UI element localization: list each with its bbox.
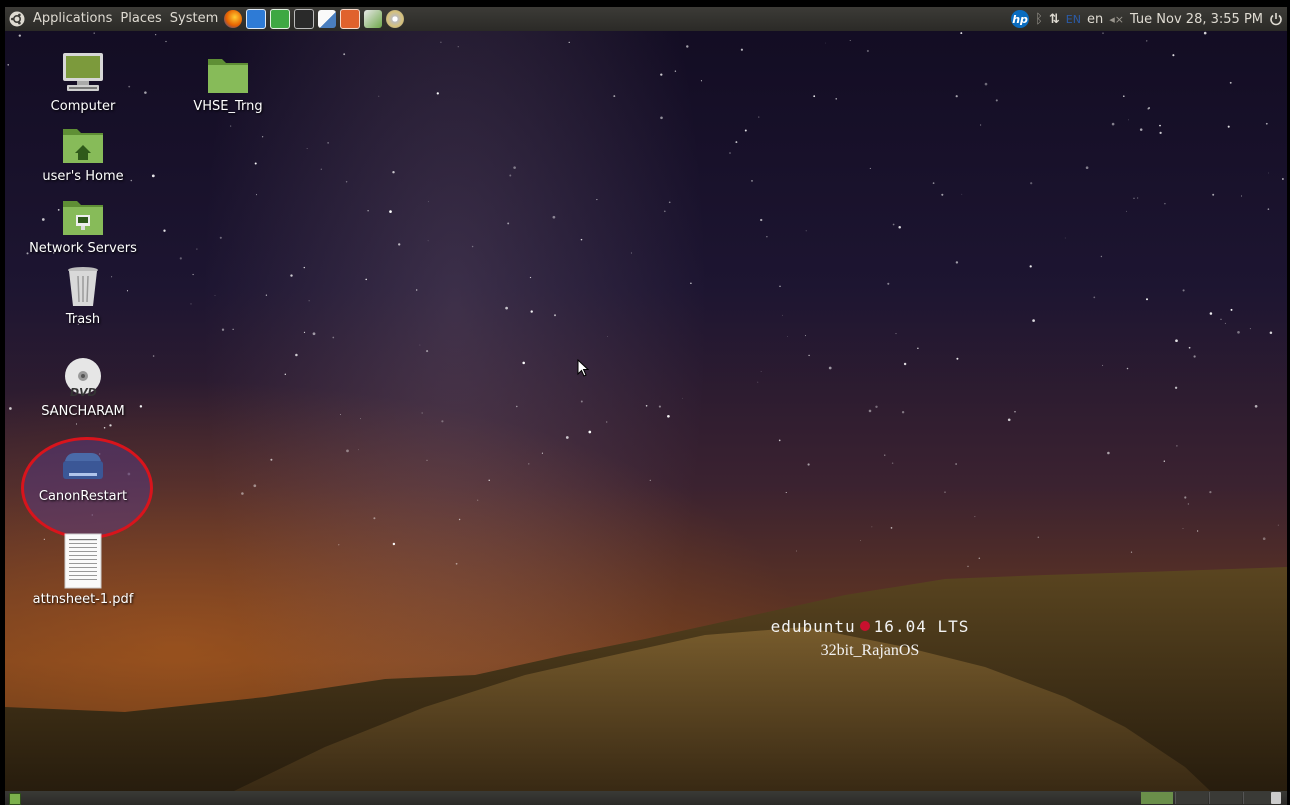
calc-icon[interactable] <box>270 9 291 29</box>
power-icon[interactable] <box>1269 12 1283 26</box>
workspace-3[interactable] <box>1209 792 1242 804</box>
printer-icon <box>63 453 103 479</box>
desktop-icon-label: CanonRestart <box>38 489 128 504</box>
desktop-icon-label: Trash <box>65 312 101 327</box>
desktop-icon-network-servers[interactable]: Network Servers <box>23 195 143 256</box>
computer-icon <box>63 53 103 91</box>
writer-icon[interactable] <box>246 9 267 29</box>
desktop-icon-trash[interactable]: Trash <box>23 262 143 327</box>
text-editor-icon[interactable] <box>318 10 337 28</box>
panel-trash-icon[interactable] <box>1271 792 1281 804</box>
network-folder-icon <box>63 201 103 235</box>
desktop-icon-label: Network Servers <box>29 241 137 256</box>
home-folder-icon <box>63 129 103 163</box>
system-tray: hp ᛒ ⇅ EN en ◂× Tue Nov 28, 3:55 PM <box>1011 7 1283 31</box>
hills-silhouette <box>5 567 1287 805</box>
ubuntu-logo-icon[interactable] <box>9 11 25 27</box>
watermark-brand: edubuntu <box>770 617 856 636</box>
watermark-line2: 32bit_RajanOS <box>820 642 920 659</box>
workspace-2[interactable] <box>1175 792 1208 804</box>
dvd-icon: DVD <box>65 358 101 399</box>
desktop-icon-label: attnsheet-1.pdf <box>32 592 134 607</box>
firefox-icon[interactable] <box>224 10 243 28</box>
clock[interactable]: Tue Nov 28, 3:55 PM <box>1130 12 1263 27</box>
folder-icon <box>208 59 248 93</box>
brasero-icon[interactable] <box>386 10 405 28</box>
desktop-icon-computer[interactable]: Computer <box>23 49 143 114</box>
bluetooth-icon[interactable]: ᛒ <box>1035 12 1043 27</box>
show-desktop-icon[interactable] <box>9 793 21 805</box>
keyboard-layout-indicator[interactable]: en <box>1087 12 1103 27</box>
desktop-icon-home[interactable]: user's Home <box>23 123 143 184</box>
top-panel: Applications Places System hp ᛒ ⇅ EN en … <box>5 7 1287 31</box>
watermark-line1: edubuntu 16.04 LTS <box>705 617 1035 636</box>
desktop-icon-label: Computer <box>50 99 116 114</box>
terminal-icon[interactable] <box>294 9 315 29</box>
desktop-icon-attnsheet[interactable]: attnsheet-1.pdf <box>23 532 143 607</box>
desktop-icon-label: user's Home <box>42 169 124 184</box>
edubuntu-logo-icon <box>859 621 870 631</box>
language-badge[interactable]: EN <box>1066 13 1081 26</box>
desktop-screen: Applications Places System hp ᛒ ⇅ EN en … <box>5 7 1287 805</box>
menu-applications[interactable]: Applications <box>29 7 116 31</box>
menu-system[interactable]: System <box>166 7 222 31</box>
network-icon[interactable]: ⇅ <box>1049 12 1060 27</box>
trash-icon <box>68 267 98 306</box>
impress-icon[interactable] <box>340 9 361 29</box>
tools-icon[interactable] <box>364 10 383 28</box>
desktop-icon-vhse-trng[interactable]: VHSE_Trng <box>168 53 288 114</box>
bottom-panel <box>5 791 1287 805</box>
hp-icon[interactable]: hp <box>1011 10 1030 28</box>
workspace-1[interactable] <box>1141 792 1173 804</box>
volume-muted-icon[interactable]: ◂× <box>1109 13 1124 26</box>
watermark-version: 16.04 LTS <box>873 617 970 636</box>
pdf-document-icon <box>64 533 102 589</box>
desktop-icon-label: VHSE_Trng <box>193 99 263 114</box>
mouse-pointer-icon <box>577 359 589 377</box>
desktop-icon-canonrestart[interactable]: CanonRestart <box>23 447 143 504</box>
dvd-badge: DVD <box>70 386 97 399</box>
menu-places[interactable]: Places <box>116 7 165 31</box>
desktop-icon-label: SANCHARAM <box>41 404 125 419</box>
workspace-4[interactable] <box>1243 792 1272 804</box>
desktop-icon-sancharam[interactable]: DVD SANCHARAM <box>23 354 143 419</box>
os-watermark: edubuntu 16.04 LTS 32bit_RajanOS <box>705 617 1035 660</box>
